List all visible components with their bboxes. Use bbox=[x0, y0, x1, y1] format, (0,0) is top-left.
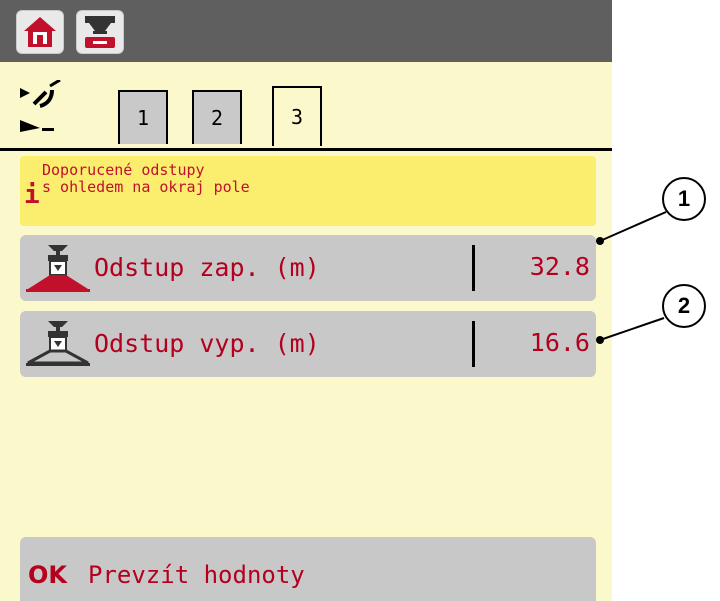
terminal-screen: 1 2 3 i Doporucené odstupy s ohledem na … bbox=[0, 0, 612, 601]
apply-values-label: Prevzít hodnoty bbox=[88, 561, 305, 589]
spreader-settings-icon bbox=[85, 16, 115, 48]
row-separator bbox=[472, 245, 475, 291]
info-icon: i bbox=[24, 180, 40, 210]
tab-row: 1 2 3 bbox=[0, 62, 612, 154]
tab-divider bbox=[0, 148, 612, 151]
gps-section-icon bbox=[20, 78, 66, 144]
spreader-icon bbox=[26, 243, 90, 297]
machine-settings-button[interactable] bbox=[76, 10, 124, 54]
ok-icon: OK bbox=[28, 561, 67, 589]
info-text: Doporucené odstupy s ohledem na okraj po… bbox=[42, 161, 250, 196]
distance-off-value[interactable]: 16.6 bbox=[530, 328, 590, 357]
distance-on-value[interactable]: 32.8 bbox=[530, 252, 590, 281]
distance-on-label: Odstup zap. (m) bbox=[94, 253, 320, 282]
distance-on-row[interactable]: Odstup zap. (m) 32.8 bbox=[20, 235, 596, 301]
tab-2[interactable]: 2 bbox=[192, 90, 242, 144]
apply-values-button[interactable]: OK Prevzít hodnoty bbox=[20, 537, 596, 601]
spreader-icon bbox=[26, 319, 90, 373]
callout-1: 1 bbox=[662, 177, 706, 221]
distance-off-row[interactable]: Odstup vyp. (m) 16.6 bbox=[20, 311, 596, 377]
callout-2: 2 bbox=[662, 284, 706, 328]
row-separator bbox=[472, 321, 475, 367]
info-message: i Doporucené odstupy s ohledem na okraj … bbox=[20, 156, 596, 226]
tab-3[interactable]: 3 bbox=[272, 86, 322, 146]
distance-off-label: Odstup vyp. (m) bbox=[94, 329, 320, 358]
home-button[interactable] bbox=[16, 10, 64, 54]
home-icon bbox=[24, 17, 56, 47]
top-bar bbox=[0, 0, 612, 62]
tab-1[interactable]: 1 bbox=[118, 90, 168, 144]
